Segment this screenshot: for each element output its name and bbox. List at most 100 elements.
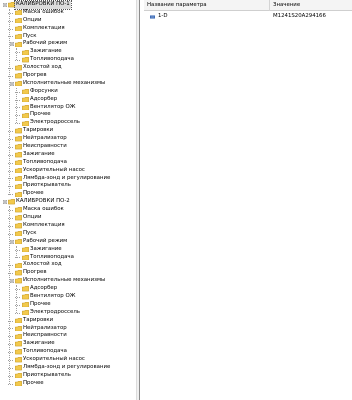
tree-node-label: Прочее <box>23 379 44 386</box>
tree-scrollbar[interactable] <box>136 0 139 400</box>
folder-icon <box>21 57 29 63</box>
tree-node-label: Зажигание <box>30 245 62 252</box>
tree-node-label: Приоткрыватель <box>23 182 71 189</box>
collapse-toggle-icon[interactable] <box>3 200 7 205</box>
tree-node-label: Прогрев <box>23 72 47 79</box>
folder-icon <box>14 270 22 276</box>
tree-node-label: КАЛИБРОВКИ ПО-2 <box>16 198 70 205</box>
tree-node-label: Маска ошибок <box>23 206 64 213</box>
folder-icon <box>14 73 22 79</box>
folder-icon <box>14 81 22 87</box>
tree-node-label: Нейтрализатор <box>23 135 67 142</box>
folder-icon <box>21 89 29 95</box>
tree-node-label: Электродроссель <box>30 308 80 315</box>
folder-icon <box>21 49 29 55</box>
parameter-grid[interactable]: Название параметра Значение 1-D M1241S20A… <box>144 0 352 400</box>
collapse-toggle-icon[interactable] <box>10 42 14 47</box>
tree-node-label: Форсунки <box>30 87 58 94</box>
tree-node-label: Неисправности <box>23 143 67 150</box>
tree-node-label: Маска ошибок <box>23 8 64 15</box>
parameter-value-cell[interactable]: M1241S20A294166 <box>273 12 352 20</box>
column-header-value[interactable]: Значение <box>270 0 352 11</box>
tree-node-label: Зажигание <box>23 150 55 157</box>
folder-icon <box>14 262 22 268</box>
collapse-toggle-icon[interactable] <box>10 81 14 86</box>
tree-node-label: Ускорительный насос <box>23 356 85 363</box>
folder-icon <box>14 160 22 166</box>
folder-icon <box>14 373 22 379</box>
tree-guide-line <box>16 87 17 124</box>
folder-icon <box>14 239 22 245</box>
folder-icon <box>21 246 29 253</box>
parameter-name: 1-D <box>158 13 168 19</box>
collapse-toggle-icon[interactable] <box>3 2 7 7</box>
tree-node-label: Опции <box>23 16 42 23</box>
tree-node-label: Адсорбер <box>30 95 58 102</box>
tree-node-label: Лямбда-зонд и регулирование <box>23 174 111 181</box>
folder-icon <box>14 325 22 331</box>
folder-icon <box>14 41 22 47</box>
tree-node-label: Исполнительные механизмы <box>23 79 106 86</box>
folder-icon <box>21 112 29 118</box>
folder-icon <box>21 294 29 300</box>
folder-icon <box>14 25 22 32</box>
folder-icon <box>14 191 22 197</box>
tree-node-label: Прочее <box>23 190 44 197</box>
tree-panel[interactable]: КАЛИБРОВКИ ПО-1 Маска ошибок Опции Комплект… <box>0 0 140 400</box>
tree-node-label: Топливоподача <box>23 348 67 355</box>
parameter-name-cell[interactable]: 1-D <box>147 12 267 20</box>
tree-node-label: Топливоподача <box>30 56 74 63</box>
tree-node-label: Исполнительные механизмы <box>23 277 106 284</box>
folder-icon <box>21 254 29 260</box>
folder-icon <box>21 310 29 316</box>
tree-guide-line <box>16 245 17 258</box>
folder-icon <box>14 136 22 142</box>
tree-node-label: Нейтрализатор <box>23 324 67 331</box>
tree-node-label: Приоткрыватель <box>23 371 71 378</box>
folder-icon <box>14 278 22 284</box>
tree-guide-line <box>9 8 10 195</box>
tree-guide-line <box>16 285 17 314</box>
folder-icon <box>14 128 22 134</box>
folder-icon <box>14 231 22 237</box>
tree-node-label: КАЛИБРОВКИ ПО-1 <box>14 0 72 10</box>
grid-header: Название параметра Значение <box>144 0 352 11</box>
tree-node-label: Пуск <box>23 229 37 236</box>
folder-icon <box>14 215 22 221</box>
collapse-toggle-icon[interactable] <box>10 239 14 244</box>
tree-node-label: Комплектация <box>23 24 65 31</box>
tree-node-label: Тарировки <box>23 316 54 323</box>
folder-icon <box>21 104 29 111</box>
folder-icon <box>14 357 22 363</box>
folder-icon <box>14 152 22 158</box>
tree-node-label: Комплектация <box>23 221 65 228</box>
table-row[interactable]: 1-D M1241S20A294166 <box>144 12 352 20</box>
folder-icon <box>14 10 22 16</box>
tree-node-label: Рабочий режим <box>23 40 68 47</box>
tree-node-label: Зажигание <box>23 340 55 347</box>
tree-node-label: Ускорительный насос <box>23 166 85 173</box>
folder-icon <box>14 207 22 213</box>
folder-icon <box>21 286 29 292</box>
tree-node-label: Холостой ход <box>23 261 62 268</box>
folder-icon <box>14 317 22 324</box>
folder-icon <box>14 365 22 371</box>
folder-icon <box>14 223 22 229</box>
folder-icon <box>21 120 29 126</box>
tree-guide-line <box>16 48 17 61</box>
folder-icon <box>14 349 22 355</box>
folder-icon <box>21 96 29 103</box>
tree-node-label: Тарировки <box>23 127 54 134</box>
tree-guide-line <box>9 206 10 385</box>
root-folder-icon <box>7 2 15 8</box>
parameter-icon <box>150 14 155 19</box>
tree-node-label: Лямбда-зонд и регулирование <box>23 363 111 370</box>
root-folder-icon <box>7 199 15 205</box>
folder-icon <box>14 33 22 40</box>
collapse-toggle-icon[interactable] <box>10 279 14 284</box>
tree-node-label: Топливоподача <box>23 158 67 165</box>
tree-node-label: Вентилятор ОЖ <box>30 103 76 110</box>
folder-icon <box>14 381 22 387</box>
column-header-name[interactable]: Название параметра <box>144 0 270 11</box>
folder-icon <box>14 183 22 189</box>
